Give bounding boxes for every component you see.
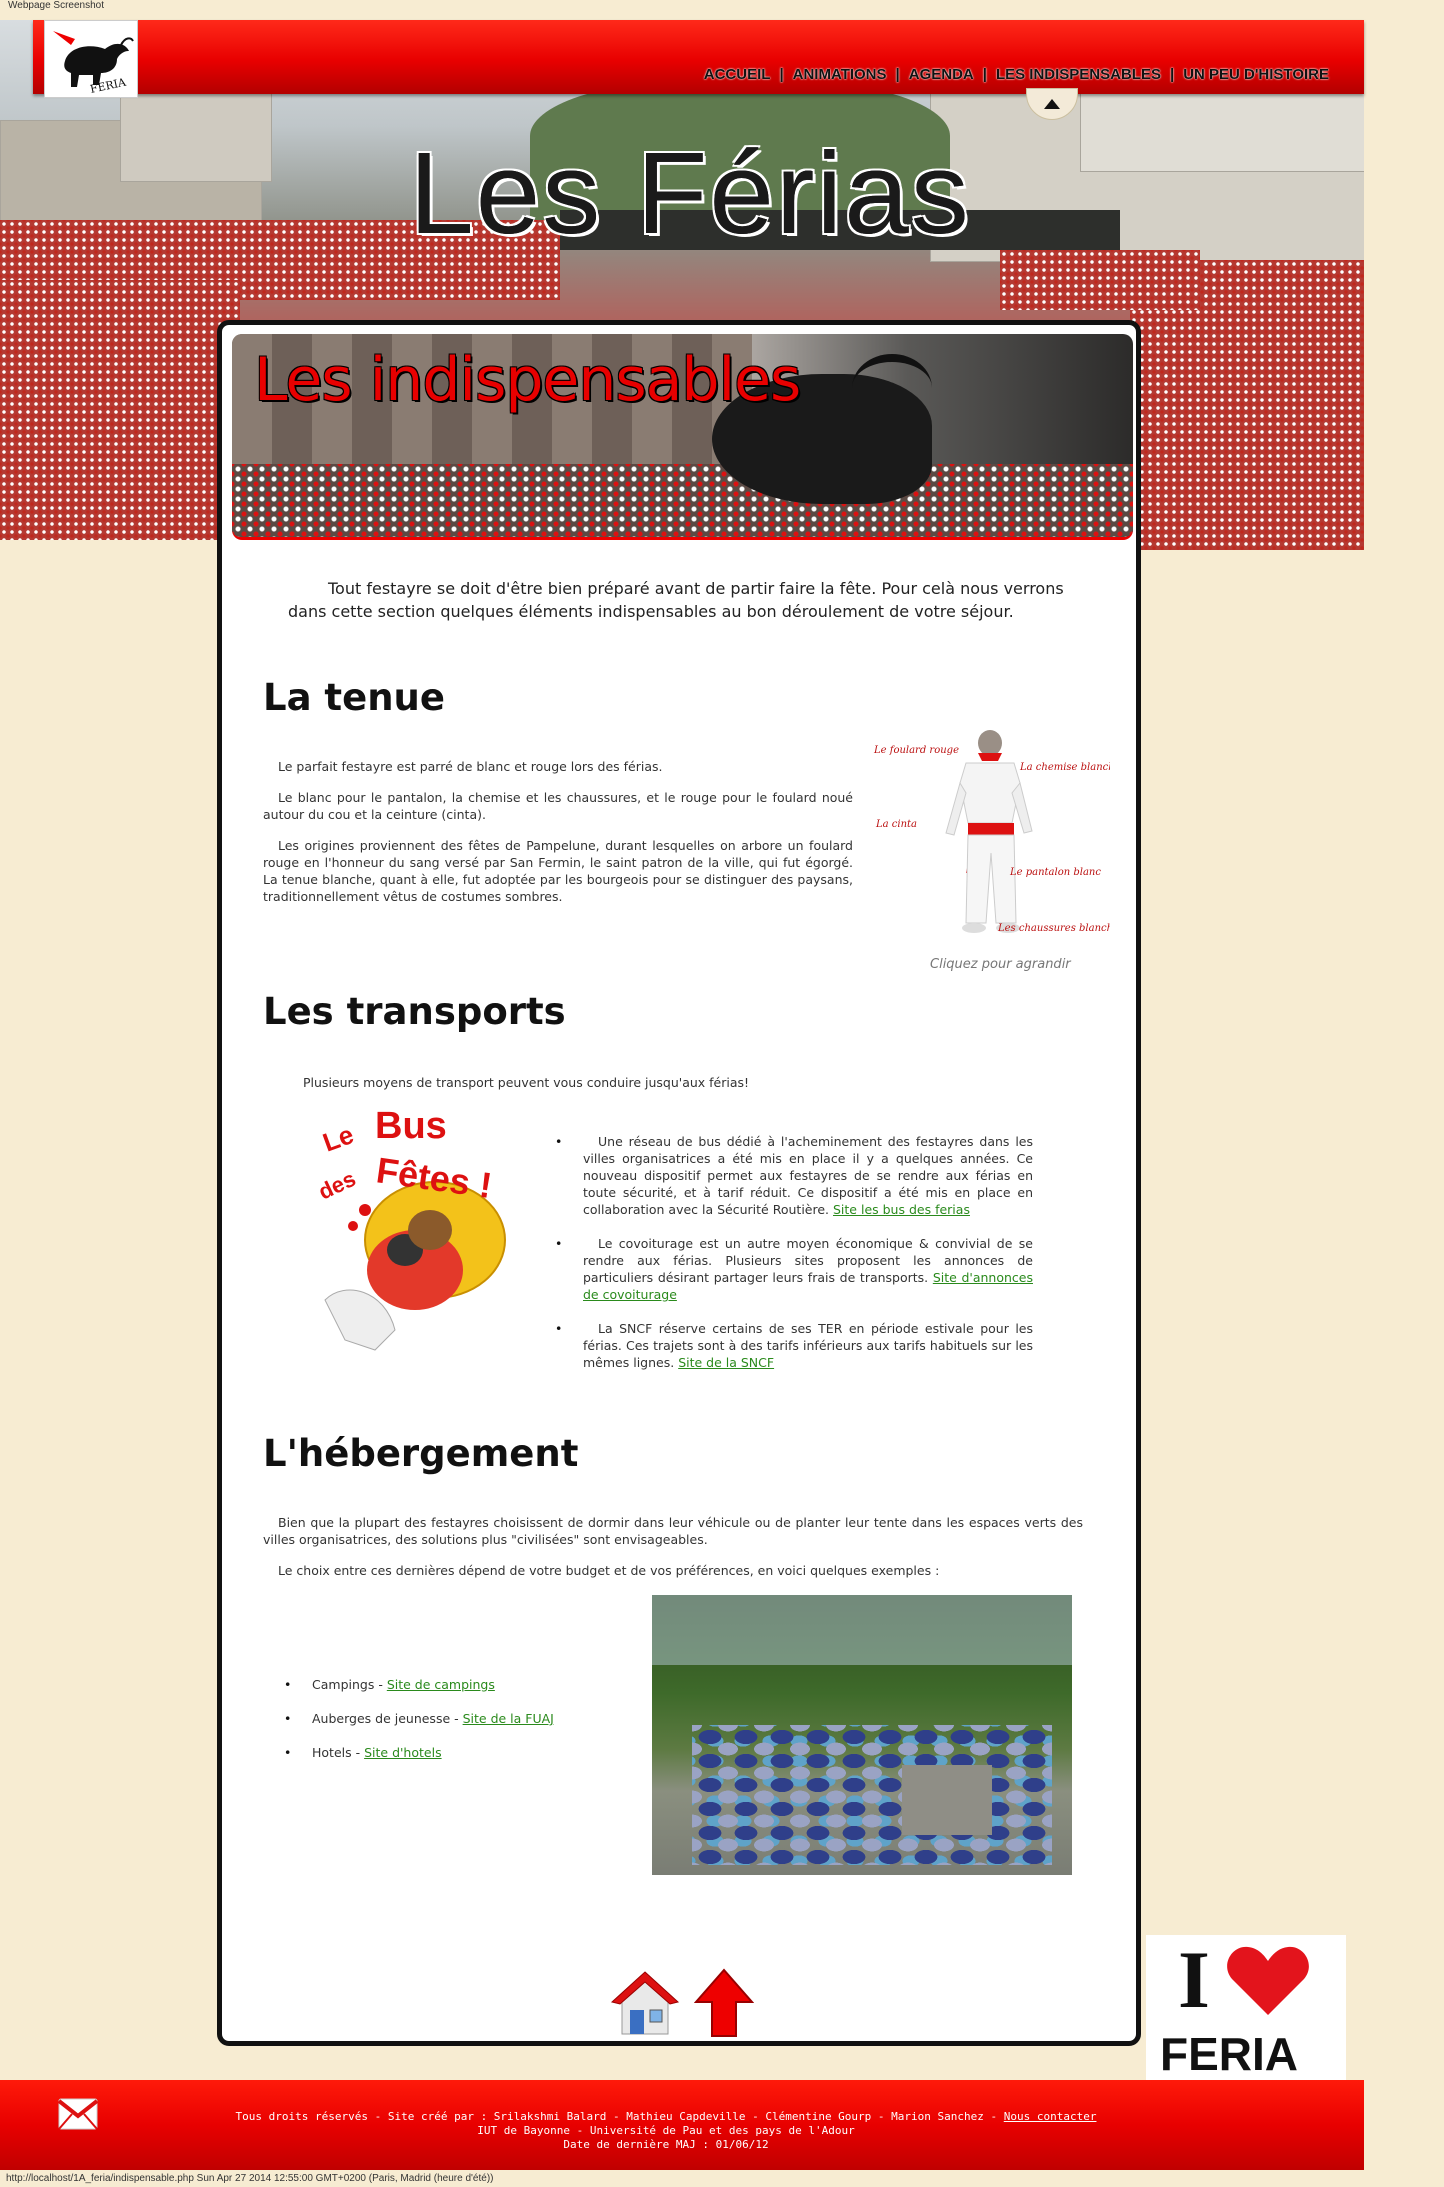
triangle-up-icon [1044, 99, 1060, 109]
transports-list: Une réseau de bus dédié à l'acheminement… [555, 1133, 1033, 1371]
nav-bar: ACCUEIL | ANIMATIONS | AGENDA | LES INDI… [33, 20, 1364, 94]
link-sncf[interactable]: Site de la SNCF [678, 1355, 774, 1370]
site-title: Les Férias [409, 128, 971, 258]
arrow-up-icon [693, 1968, 755, 2037]
transport-item-covoiturage: Le covoiturage est un autre moyen économ… [555, 1235, 1033, 1303]
hebergement-paragraph-2: Le choix entre ces dernières dépend de v… [263, 1562, 1083, 1579]
figure-caption: Cliquez pour agrandir [930, 957, 1071, 972]
link-fuaj[interactable]: Site de la FUAJ [463, 1711, 554, 1726]
badge-i-text: I [1178, 1934, 1210, 2025]
heart-icon [1227, 1946, 1309, 2015]
nav-link-histoire[interactable]: UN PEU D'HISTOIRE [1174, 66, 1338, 83]
label-chemise: La chemise blanche [1019, 762, 1110, 773]
heading-tenue: La tenue [263, 676, 445, 719]
footer-credits: Tous droits réservés - Site créé par : S… [235, 2110, 1004, 2123]
tenue-p3-text: Les origines proviennent des fêtes de Pa… [263, 838, 853, 904]
tenue-paragraph-2: Le blanc pour le pantalon, la chemise et… [263, 789, 853, 823]
footer-line-3: Date de dernière MAJ : 01/06/12 [563, 2138, 769, 2151]
heading-transports: Les transports [263, 990, 566, 1033]
home-icon [610, 1971, 680, 2035]
festayre-outfit-illustration: Le foulard rouge La chemise blanche La c… [873, 730, 1124, 934]
link-bus-des-ferias[interactable]: Site les bus des ferias [833, 1202, 970, 1217]
footer-line-2: IUT de Bayonne - Université de Pau et de… [477, 2124, 855, 2137]
bull-icon: FERIA [53, 31, 134, 96]
bus-des-fetes-illustration: Le Bus des Fêtes ! [315, 1105, 506, 1351]
label-cinta: La cinta [875, 819, 917, 830]
transport-sncf-text: La SNCF réserve certains de ses TER en p… [583, 1321, 1033, 1370]
intro-text: Tout festayre se doit d'être bien prépar… [288, 579, 1064, 621]
transports-intro: Plusieurs moyens de transport peuvent vo… [303, 1075, 750, 1090]
footer-line-1: Tous droits réservés - Site créé par : S… [226, 2110, 1106, 2124]
link-campings[interactable]: Site de campings [387, 1677, 495, 1692]
screenshot-label: Webpage Screenshot [8, 0, 104, 11]
tenue-p1-text: Le parfait festayre est parré de blanc e… [278, 759, 663, 774]
hebergement-paragraph-1: Bien que la plupart des festayres choisi… [263, 1514, 1083, 1548]
tenue-p2-text: Le blanc pour le pantalon, la chemise et… [263, 790, 853, 822]
footer-text: Tous droits réservés - Site créé par : S… [226, 2110, 1106, 2152]
heading-hebergement: L'hébergement [263, 1432, 579, 1475]
feria-logo[interactable]: FERIA [44, 20, 138, 98]
nav-link-agenda[interactable]: AGENDA [900, 66, 983, 83]
label-chaussures: Les chaussures blanches [997, 923, 1110, 934]
home-button[interactable] [610, 1970, 680, 2040]
campings-label: Campings - [312, 1677, 387, 1692]
intro-paragraph: Tout festayre se doit d'être bien prépar… [288, 577, 1088, 623]
tenue-paragraph-3: Les origines proviennent des fêtes de Pa… [263, 837, 853, 905]
auberges-label: Auberges de jeunesse - [312, 1711, 463, 1726]
back-to-top-button[interactable] [693, 1968, 755, 2038]
hebergement-item-auberges: Auberges de jeunesse - Site de la FUAJ [284, 1710, 612, 1727]
nav-link-accueil[interactable]: ACCUEIL [695, 66, 780, 83]
label-foulard: Le foulard rouge [873, 745, 959, 756]
tenue-paragraph-1: Le parfait festayre est parré de blanc e… [263, 758, 853, 775]
bus-logo-des: des [315, 1166, 360, 1205]
hebergement-item-campings: Campings - Site de campings [284, 1676, 612, 1693]
nav-link-animations[interactable]: ANIMATIONS [784, 66, 896, 83]
banner-title: Les indispensables [254, 345, 801, 415]
hebergement-p2-text: Le choix entre ces dernières dépend de v… [278, 1563, 940, 1578]
mail-icon [57, 2098, 99, 2130]
badge-feria-text: FERIA [1160, 2028, 1298, 2080]
hotels-label: Hotels - [312, 1745, 365, 1760]
bus-logo-le: Le [319, 1119, 358, 1158]
transport-item-bus: Une réseau de bus dédié à l'acheminement… [555, 1133, 1033, 1218]
tenue-figure[interactable]: Le foulard rouge La chemise blanche La c… [870, 723, 1124, 948]
main-nav: ACCUEIL | ANIMATIONS | AGENDA | LES INDI… [695, 66, 1338, 83]
mail-contact-button[interactable] [57, 2098, 99, 2134]
i-love-feria-badge: I FERIA [1146, 1935, 1346, 2080]
bus-logo-bus: Bus [375, 1105, 447, 1147]
camping-photo [652, 1595, 1072, 1875]
bus-des-fetes-logo[interactable]: Le Bus des Fêtes ! [305, 1100, 525, 1362]
status-url: http://localhost/1A_feria/indispensable.… [6, 2173, 494, 2184]
hebergement-list: Campings - Site de campings Auberges de … [284, 1676, 612, 1761]
label-pantalon: Le pantalon blanc [1009, 867, 1101, 878]
transport-item-sncf: La SNCF réserve certains de ses TER en p… [555, 1320, 1033, 1371]
hebergement-p1-text: Bien que la plupart des festayres choisi… [263, 1515, 1083, 1547]
nav-link-indispensables[interactable]: LES INDISPENSABLES [987, 66, 1170, 83]
link-hotels[interactable]: Site d'hotels [364, 1745, 442, 1760]
hebergement-item-hotels: Hotels - Site d'hotels [284, 1744, 612, 1761]
contact-link[interactable]: Nous contacter [1004, 2110, 1097, 2123]
